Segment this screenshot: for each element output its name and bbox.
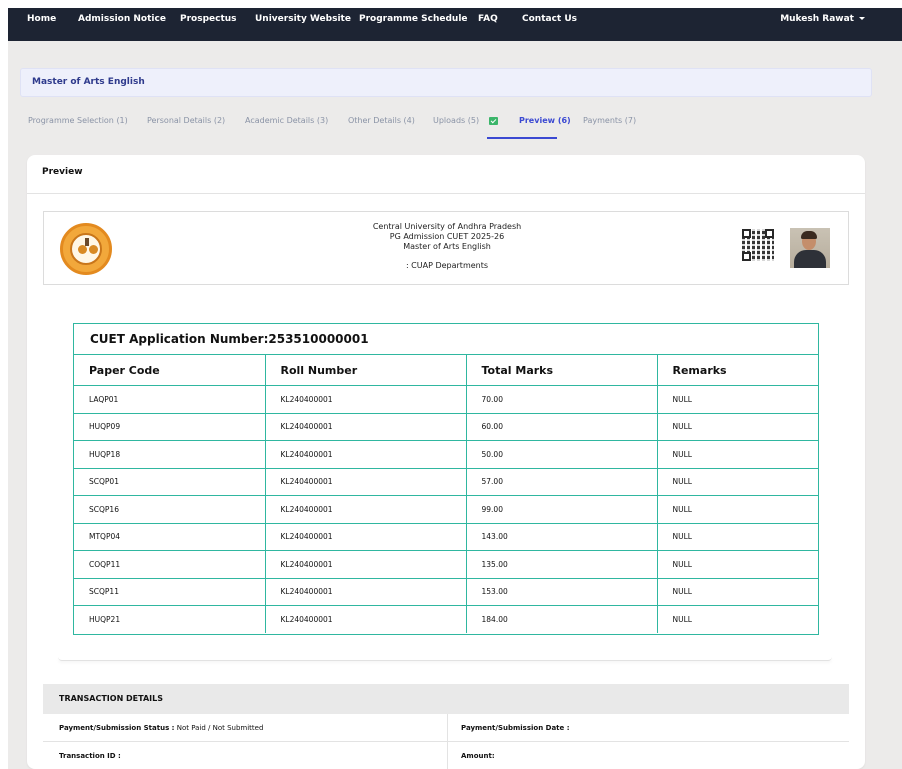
remarks: NULL [657, 605, 818, 633]
table-row: SCQP01 KL240400001 57.00 NULL [74, 467, 818, 496]
roll-number: KL240400001 [265, 605, 467, 633]
amount: Amount: [461, 752, 495, 760]
table-row: MTQP04 KL240400001 143.00 NULL [74, 522, 818, 551]
paper-code: SCQP01 [74, 467, 266, 496]
preview-card: Preview Central University of Andhra Pra… [27, 155, 865, 769]
roll-number: KL240400001 [265, 385, 467, 413]
paper-code: SCQP16 [74, 495, 266, 523]
column-header: Roll Number [265, 354, 467, 386]
table-row: HUQP18 KL240400001 50.00 NULL [74, 440, 818, 468]
university-name: Central University of Andhra Pradesh [372, 222, 522, 231]
roll-number: KL240400001 [265, 577, 467, 606]
paper-code: HUQP21 [74, 605, 266, 633]
transaction-id: Transaction ID : [59, 752, 121, 760]
header-text: Central University of Andhra Pradesh PG … [344, 222, 550, 271]
remarks: NULL [657, 577, 818, 606]
top-navbar: Home Admission Notice Prospectus Univers… [8, 8, 902, 41]
nav-faq[interactable]: FAQ [478, 8, 498, 30]
table-row: LAQP01 KL240400001 70.00 NULL [74, 385, 818, 413]
applicant-photo [790, 228, 830, 268]
paper-code: SCQP11 [74, 577, 266, 606]
tab-personal-details[interactable]: Personal Details (2) [147, 114, 225, 128]
application-header: Central University of Andhra Pradesh PG … [43, 211, 849, 285]
total-marks: 99.00 [466, 495, 658, 523]
active-tab-indicator [487, 137, 557, 139]
nav-home[interactable]: Home [27, 8, 56, 30]
card-title: Preview [42, 167, 83, 177]
divider [27, 193, 865, 194]
university-logo [60, 223, 112, 275]
remarks: NULL [657, 440, 818, 468]
remarks: NULL [657, 467, 818, 496]
remarks: NULL [657, 412, 818, 441]
roll-number: KL240400001 [265, 495, 467, 523]
transaction-row: Payment/Submission Status : Not Paid / N… [43, 714, 849, 742]
qr-code [742, 229, 774, 261]
programme-banner: Master of Arts English [20, 68, 872, 97]
payment-status: Payment/Submission Status : Not Paid / N… [59, 724, 264, 732]
remarks: NULL [657, 522, 818, 551]
paper-code: LAQP01 [74, 385, 266, 413]
roll-number: KL240400001 [265, 467, 467, 496]
tab-uploads[interactable]: Uploads (5) [433, 114, 479, 128]
table-row: HUQP21 KL240400001 184.00 NULL [74, 605, 818, 633]
tab-other-details[interactable]: Other Details (4) [348, 114, 415, 128]
table-row: SCQP16 KL240400001 99.00 NULL [74, 495, 818, 523]
transaction-header: TRANSACTION DETAILS [43, 684, 849, 714]
total-marks: 143.00 [466, 522, 658, 551]
table-header-row: Paper Code Roll Number Total Marks Remar… [74, 354, 818, 386]
table-row: SCQP11 KL240400001 153.00 NULL [74, 577, 818, 606]
remarks: NULL [657, 550, 818, 578]
tab-programme-selection[interactable]: Programme Selection (1) [28, 114, 128, 128]
transaction-row: Transaction ID : Amount: [43, 742, 849, 769]
nav-university-website[interactable]: University Website [255, 8, 351, 30]
roll-number: KL240400001 [265, 412, 467, 441]
admission-title: PG Admission CUET 2025-26 [389, 232, 505, 241]
remarks: NULL [657, 385, 818, 413]
roll-number: KL240400001 [265, 522, 467, 551]
nav-contact-us[interactable]: Contact Us [522, 8, 577, 30]
transaction-details: TRANSACTION DETAILS Payment/Submission S… [43, 684, 849, 769]
total-marks: 70.00 [466, 385, 658, 413]
paper-code: MTQP04 [74, 522, 266, 551]
nav-programme-schedule[interactable]: Programme Schedule [359, 8, 468, 30]
programme-name: Master of Arts English [32, 77, 145, 87]
main-content: Master of Arts English Programme Selecti… [8, 41, 902, 769]
user-menu[interactable]: Mukesh Rawat [780, 8, 854, 30]
programme-title: Master of Arts English [403, 242, 491, 251]
total-marks: 50.00 [466, 440, 658, 468]
cuet-scores-table: CUET Application Number:253510000001 Pap… [73, 323, 819, 635]
transaction-title: TRANSACTION DETAILS [59, 694, 164, 703]
column-header: Remarks [657, 354, 818, 386]
tab-academic-details[interactable]: Academic Details (3) [245, 114, 328, 128]
tab-payments[interactable]: Payments (7) [583, 114, 636, 128]
total-marks: 60.00 [466, 412, 658, 441]
remarks: NULL [657, 495, 818, 523]
application-number: CUET Application Number:253510000001 [90, 332, 369, 346]
paper-code: HUQP09 [74, 412, 266, 441]
payment-date: Payment/Submission Date : [461, 724, 570, 732]
column-header: Total Marks [466, 354, 658, 386]
department-label: : CUAP Departments [405, 261, 489, 270]
scores-table: Paper Code Roll Number Total Marks Remar… [74, 354, 818, 633]
nav-admission-notice[interactable]: Admission Notice [78, 8, 166, 30]
total-marks: 153.00 [466, 577, 658, 606]
column-header: Paper Code [74, 354, 266, 386]
total-marks: 57.00 [466, 467, 658, 496]
check-icon [489, 117, 498, 125]
paper-code: COQP11 [74, 550, 266, 578]
table-row: HUQP09 KL240400001 60.00 NULL [74, 412, 818, 441]
table-row: COQP11 KL240400001 135.00 NULL [74, 550, 818, 578]
roll-number: KL240400001 [265, 550, 467, 578]
tab-preview[interactable]: Preview (6) [519, 114, 571, 128]
chevron-down-icon[interactable] [859, 17, 865, 20]
roll-number: KL240400001 [265, 440, 467, 468]
paper-code: HUQP18 [74, 440, 266, 468]
total-marks: 135.00 [466, 550, 658, 578]
nav-prospectus[interactable]: Prospectus [180, 8, 237, 30]
total-marks: 184.00 [466, 605, 658, 633]
section-divider [58, 657, 832, 661]
